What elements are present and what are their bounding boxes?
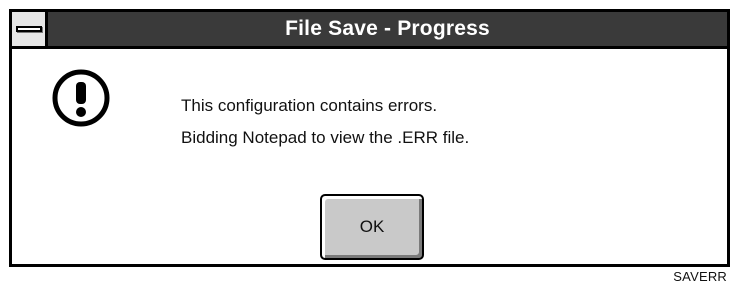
message-line-1: This configuration contains errors.	[181, 96, 438, 115]
ok-button[interactable]: OK	[320, 194, 424, 260]
title-bar: File Save - Progress	[12, 12, 727, 49]
file-save-progress-dialog: File Save - Progress This configuration …	[9, 9, 730, 267]
system-menu-icon[interactable]	[12, 12, 48, 46]
message-line-2: Bidding Notepad to view the .ERR file.	[181, 128, 470, 147]
figure-caption: SAVERR	[673, 269, 727, 284]
exclamation-icon	[52, 69, 110, 127]
window-title: File Save - Progress	[285, 17, 490, 40]
system-menu-bar	[16, 26, 42, 32]
